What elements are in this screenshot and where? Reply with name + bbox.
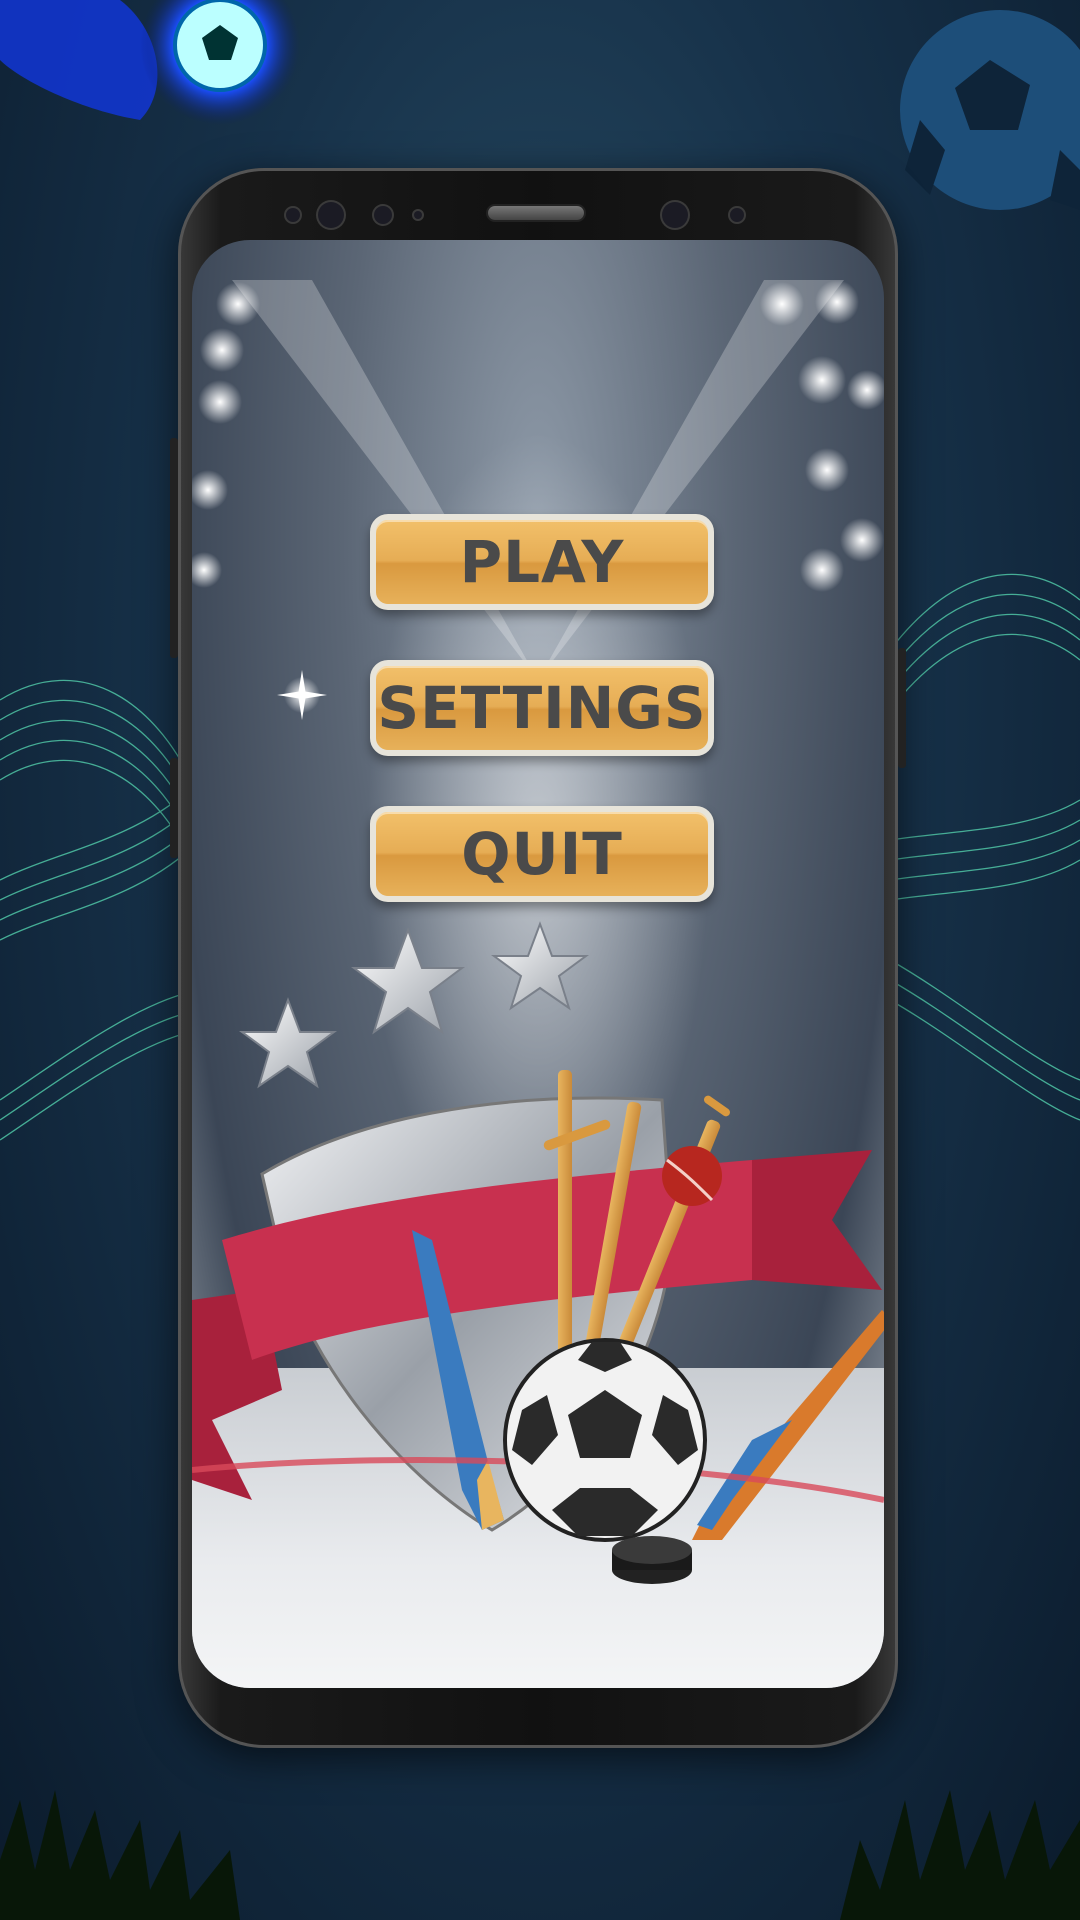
game-screen: PLAY SETTINGS QUIT (192, 240, 884, 1688)
stadium-light-beams (232, 280, 844, 680)
star-icon (238, 997, 338, 1089)
power-button (898, 648, 906, 768)
hockey-puck-icon (612, 1536, 692, 1584)
grass-decoration (0, 1790, 1080, 1920)
star-icon (490, 921, 590, 1011)
star-icon (351, 927, 465, 1035)
quit-button[interactable]: QUIT (370, 806, 714, 902)
play-button[interactable]: PLAY (370, 514, 714, 610)
cricket-ball-icon (662, 1146, 722, 1206)
front-camera-icon (318, 202, 344, 228)
led-icon (414, 211, 422, 219)
phone-top-bar (178, 168, 898, 238)
sparkle-icon (277, 670, 327, 720)
phone-mockup: PLAY SETTINGS QUIT (170, 168, 906, 1748)
sports-artwork (192, 280, 884, 1584)
proximity-sensor-icon (374, 206, 392, 224)
iris-camera-icon (662, 202, 688, 228)
wave-lines-left (0, 679, 201, 1141)
bixby-button (170, 758, 178, 858)
hockey-stick-right-icon (692, 1310, 884, 1540)
stadium-lights-left (192, 282, 260, 588)
settings-button[interactable]: SETTINGS (370, 660, 714, 756)
earpiece-speaker (488, 206, 584, 220)
soccer-ball-icon (503, 1338, 707, 1542)
soccer-ball-icon (900, 10, 1080, 210)
sensor-icon (286, 208, 300, 222)
wave-lines-right (889, 573, 1080, 1121)
iris-sensor-icon (730, 208, 744, 222)
glowing-ball-icon (0, 0, 300, 125)
volume-button (170, 438, 178, 658)
